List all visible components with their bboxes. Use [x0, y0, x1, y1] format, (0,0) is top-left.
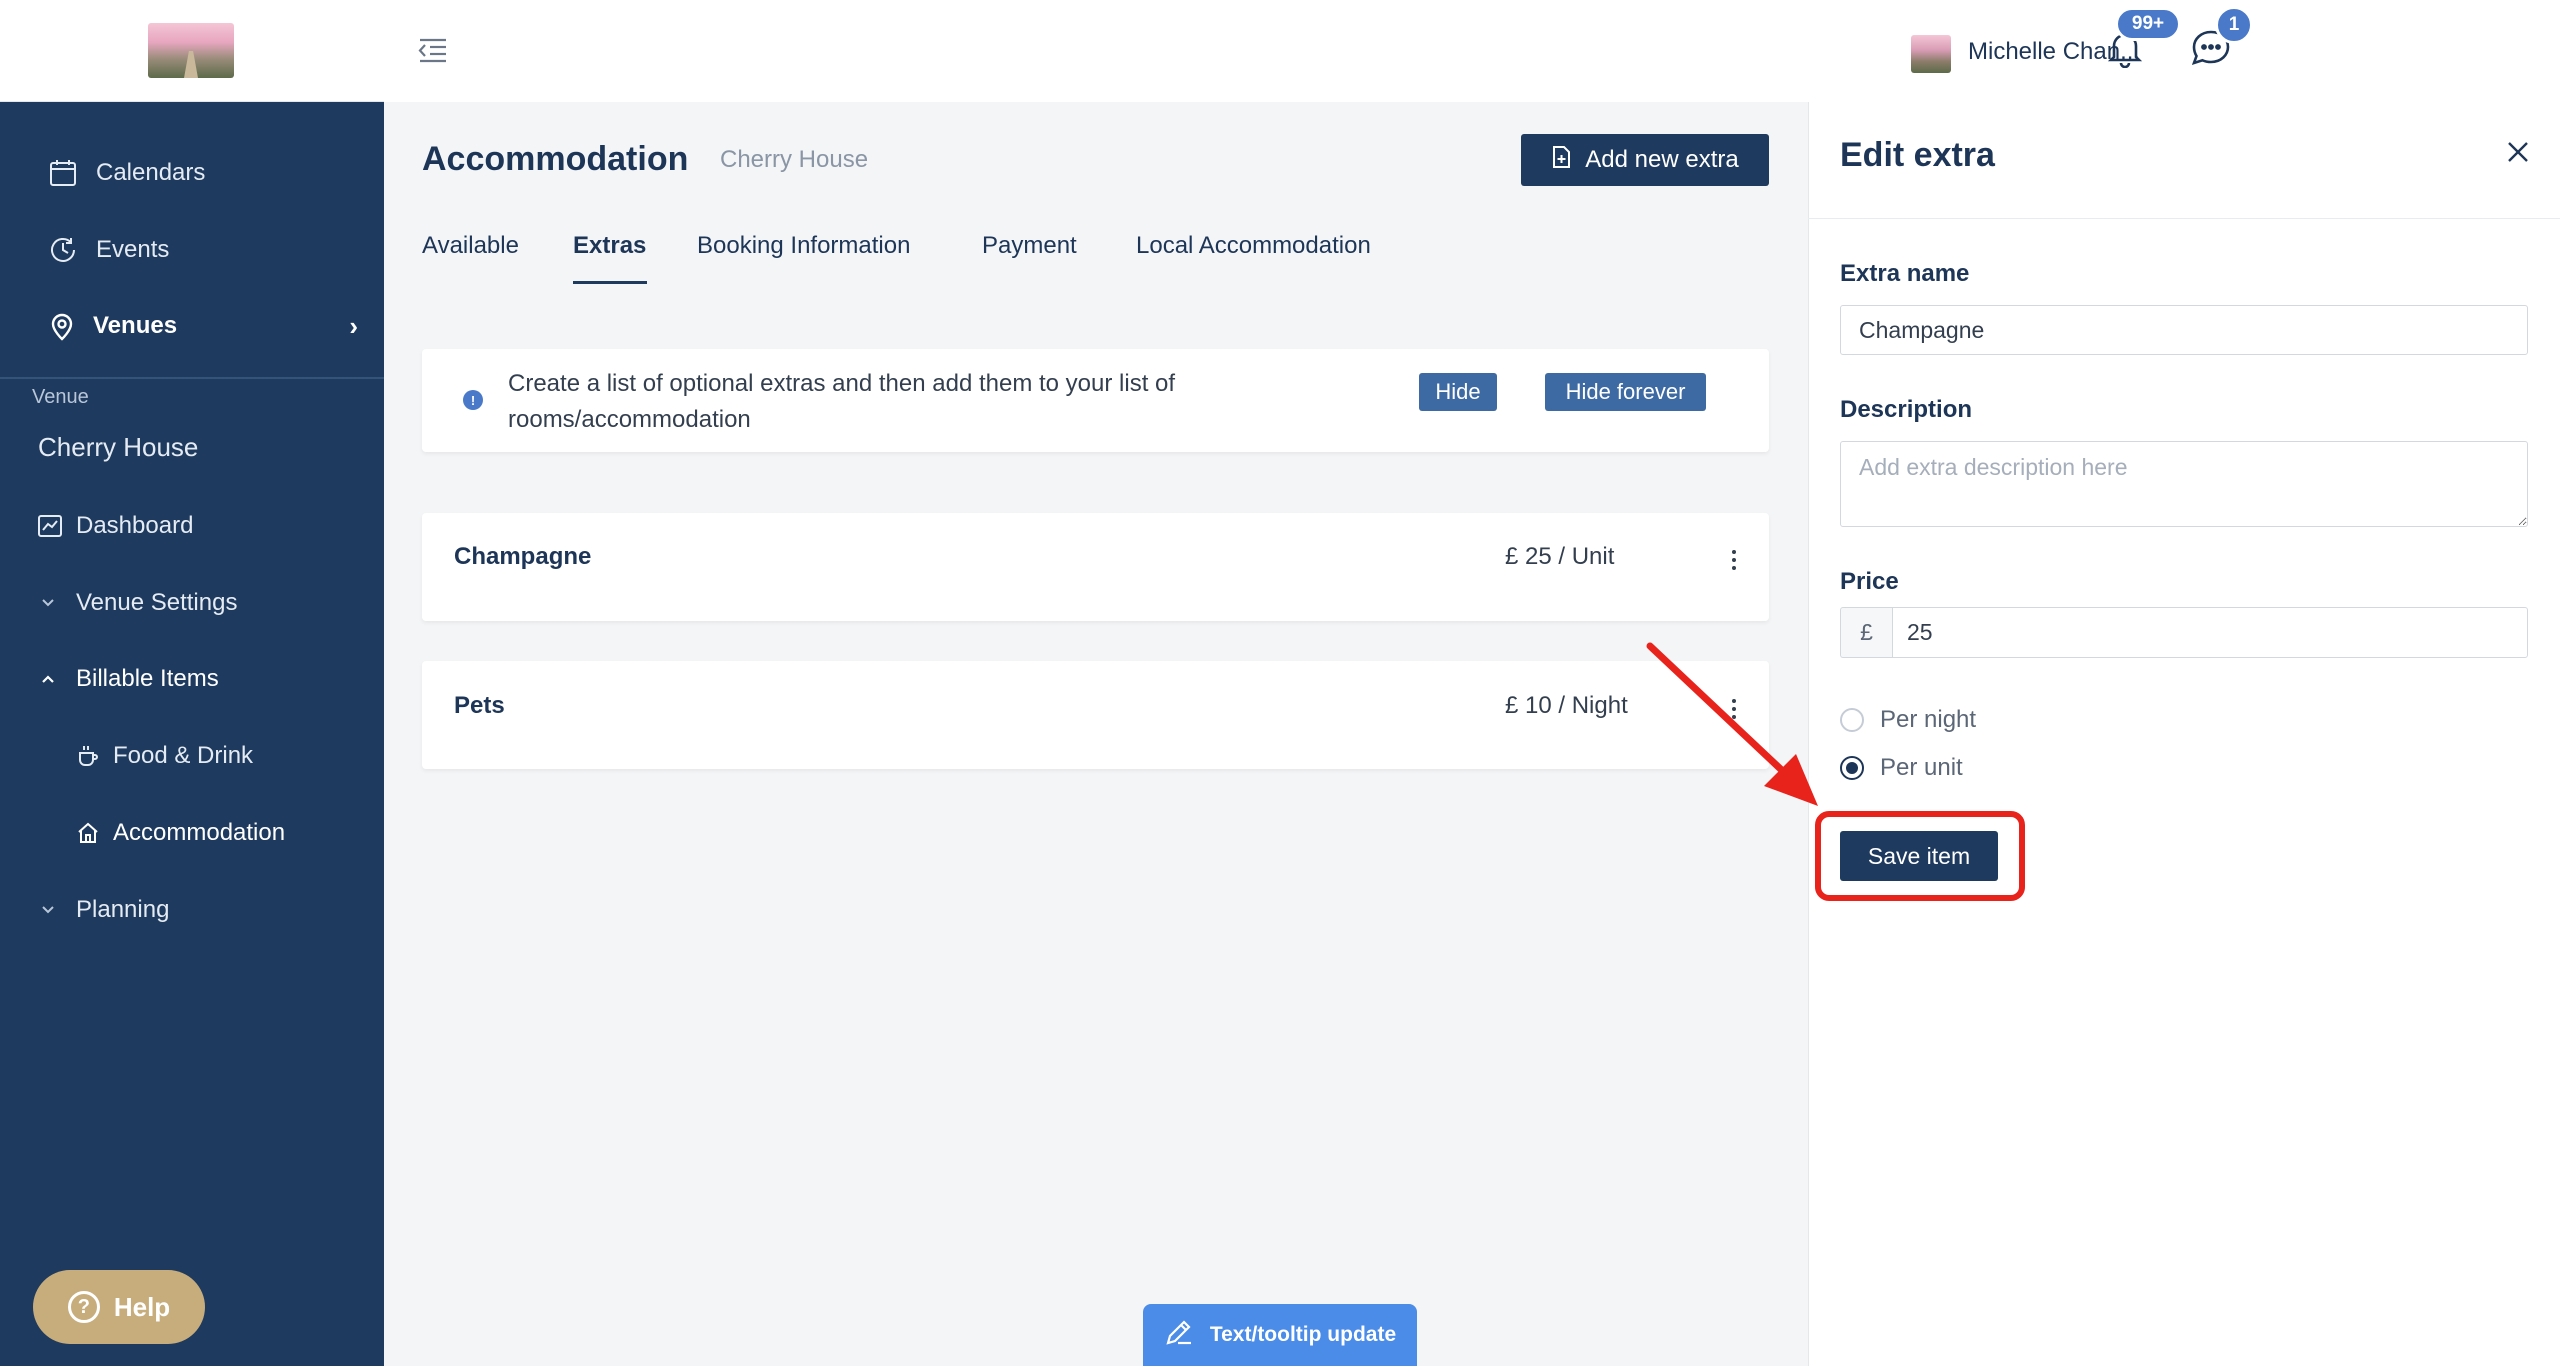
clock-history-icon	[47, 234, 79, 266]
sidebar-item-label: Venues	[93, 312, 178, 339]
description-textarea[interactable]	[1840, 441, 2528, 527]
sidebar-item-venues[interactable]: Venues ›	[0, 296, 384, 356]
sidebar-item-accommodation[interactable]: Accommodation	[0, 803, 384, 863]
location-pin-icon	[46, 310, 78, 342]
panel-title: Edit extra	[1840, 136, 1995, 174]
annotation-highlight-box	[1815, 811, 2025, 901]
extra-name-label: Extra name	[1840, 260, 1970, 287]
home-icon	[72, 817, 104, 849]
user-name[interactable]: Michelle Chan...	[1968, 38, 2140, 66]
question-icon: ?	[67, 1291, 100, 1323]
chevron-down-icon	[32, 894, 64, 926]
sidebar-item-label: Billable Items	[76, 665, 219, 692]
radio-per-unit[interactable]: Per unit	[1840, 754, 1963, 782]
page-title: Accommodation	[422, 140, 689, 178]
edit-extra-panel	[1808, 102, 2560, 1366]
help-button[interactable]: ? Help	[33, 1270, 205, 1344]
active-tab-indicator	[573, 281, 647, 284]
tab-available[interactable]: Available	[422, 232, 519, 260]
hide-forever-button[interactable]: Hide forever	[1545, 373, 1706, 411]
venue-logo[interactable]	[148, 23, 234, 78]
venue-name: Cherry House	[38, 432, 199, 462]
price-input[interactable]	[1892, 607, 2528, 658]
currency-prefix: £	[1840, 607, 1892, 658]
sidebar-item-label: Calendars	[96, 159, 206, 186]
sidebar-item-calendars[interactable]: Calendars	[0, 143, 384, 203]
extra-name: Pets	[454, 692, 505, 719]
radio-label: Per night	[1880, 706, 1977, 733]
radio-button[interactable]	[1840, 708, 1864, 732]
add-new-extra-button[interactable]: Add new extra	[1521, 134, 1769, 186]
avatar[interactable]	[1911, 35, 1951, 73]
sidebar-divider	[0, 377, 384, 379]
messages-badge: 1	[2215, 6, 2253, 44]
sidebar-item-label: Dashboard	[76, 512, 194, 539]
sidebar-item-events[interactable]: Events	[0, 220, 384, 280]
sidebar-item-label: Venue Settings	[76, 589, 238, 616]
info-icon: !	[463, 390, 483, 410]
extra-price: £ 10 / Night	[1505, 692, 1628, 719]
sidebar-item-label: Events	[96, 236, 170, 263]
calendar-icon	[47, 157, 79, 189]
tab-payment[interactable]: Payment	[982, 232, 1077, 260]
sidebar-item-label: Food & Drink	[113, 742, 254, 769]
sidebar-item-planning[interactable]: Planning	[0, 880, 384, 940]
chevron-up-icon	[32, 663, 64, 695]
sidebar-item-dashboard[interactable]: Dashboard	[0, 496, 384, 556]
tab-local-accommodation[interactable]: Local Accommodation	[1136, 232, 1371, 260]
panel-divider	[1808, 218, 2560, 219]
help-label: Help	[113, 1291, 171, 1322]
annotation-arrow-icon	[1646, 642, 1818, 806]
add-file-icon	[1551, 145, 1571, 176]
description-label: Description	[1840, 396, 1973, 423]
more-options-icon[interactable]	[1730, 550, 1738, 570]
sidebar-item-label: Accommodation	[113, 819, 286, 846]
price-label: Price	[1840, 568, 1899, 595]
radio-label: Per unit	[1880, 754, 1963, 781]
sidebar-item-label: Planning	[76, 896, 170, 923]
info-text: Create a list of optional extras and the…	[508, 370, 1176, 433]
text-tooltip-update-label: Text/tooltip update	[1209, 1323, 1397, 1346]
sidebar-item-billable-items[interactable]: Billable Items	[0, 649, 384, 709]
extra-name: Champagne	[454, 543, 592, 570]
extra-price: £ 25 / Unit	[1505, 543, 1615, 570]
add-new-extra-label: Add new extra	[1585, 146, 1739, 173]
chevron-down-icon	[32, 587, 64, 619]
chart-icon	[34, 510, 66, 542]
page-subtitle: Cherry House	[720, 146, 869, 173]
tab-extras[interactable]: Extras	[573, 232, 646, 260]
tab-booking-information[interactable]: Booking Information	[697, 232, 910, 260]
sidebar-item-food-drink[interactable]: Food & Drink	[0, 726, 384, 786]
notifications-badge: 99+	[2115, 7, 2181, 41]
hide-button[interactable]: Hide	[1419, 373, 1497, 411]
chevron-right-icon: ›	[349, 310, 358, 341]
pencil-icon	[1164, 1317, 1194, 1353]
radio-per-night[interactable]: Per night	[1840, 706, 1976, 734]
sidebar-item-venue-settings[interactable]: Venue Settings	[0, 573, 384, 633]
radio-button[interactable]	[1840, 756, 1864, 780]
venue-caption: Venue	[32, 386, 89, 408]
close-icon[interactable]	[2506, 140, 2530, 164]
coffee-cup-icon	[72, 740, 104, 772]
extra-name-input[interactable]	[1840, 305, 2528, 355]
text-tooltip-update-button[interactable]: Text/tooltip update	[1143, 1304, 1417, 1366]
collapse-menu-icon[interactable]	[416, 36, 448, 64]
logo-area	[0, 0, 384, 102]
